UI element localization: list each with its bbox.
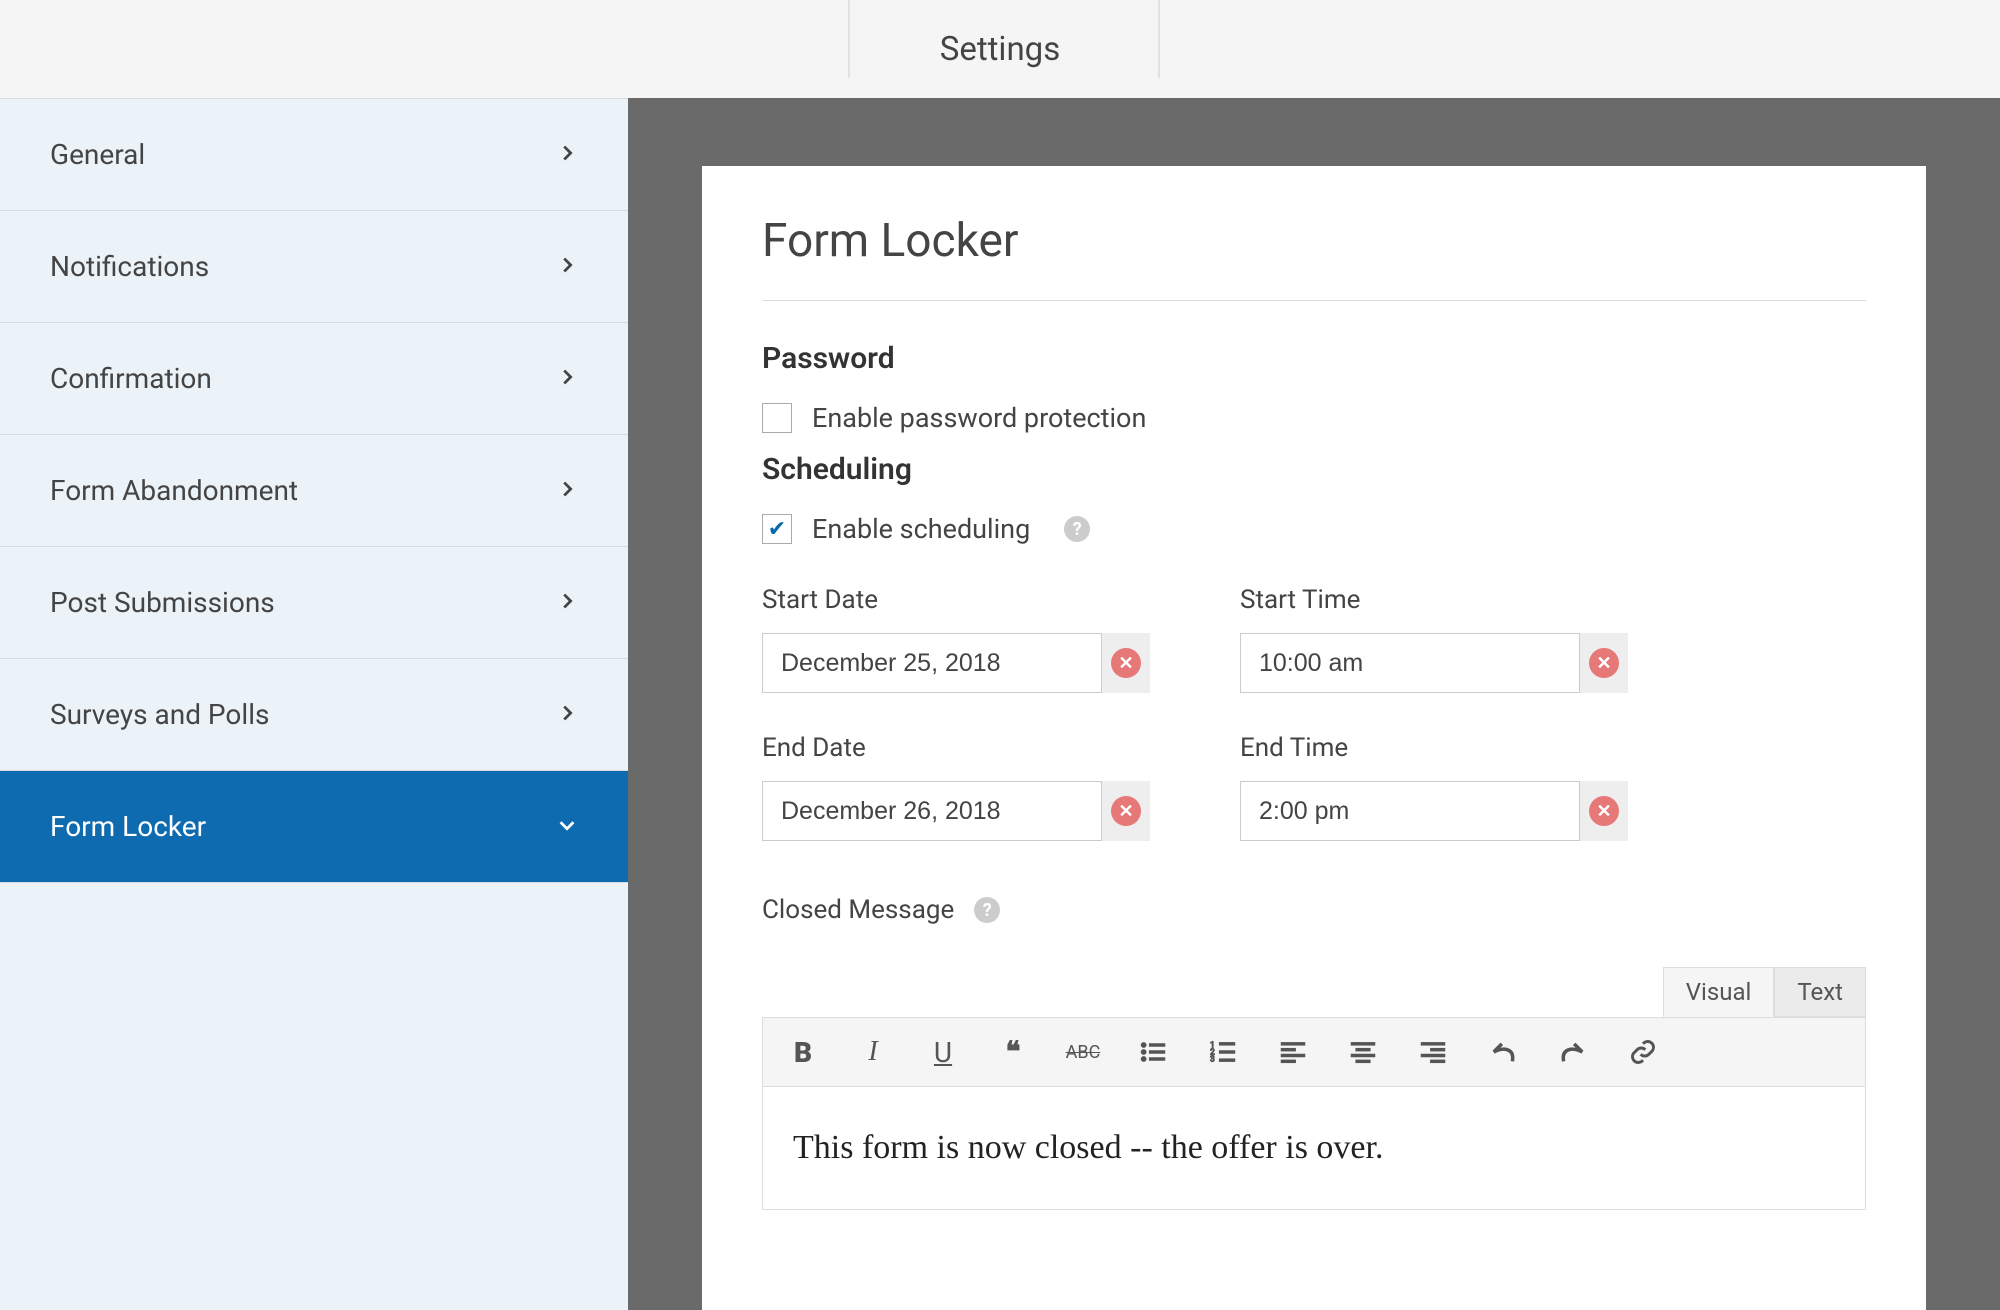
label-closed-message: Closed Message (762, 895, 954, 925)
editor-tab-text[interactable]: Text (1774, 967, 1866, 1017)
topbar-title: Settings (940, 30, 1061, 69)
close-icon: ✕ (1589, 796, 1619, 826)
panel-form-locker: Form Locker Password Enable password pro… (702, 166, 1926, 1310)
divider (848, 0, 850, 78)
sidebar-item-confirmation[interactable]: Confirmation (0, 323, 628, 435)
align-right-button[interactable] (1407, 1029, 1459, 1075)
topbar: Settings (0, 0, 2000, 98)
bulleted-list-button[interactable] (1127, 1029, 1179, 1075)
input-end-date[interactable] (762, 781, 1102, 841)
editor-content[interactable]: This form is now closed -- the offer is … (762, 1087, 1866, 1210)
clear-end-date-button[interactable]: ✕ (1102, 781, 1150, 841)
link-button[interactable] (1617, 1029, 1669, 1075)
field-row-end: End Date ✕ End Time ✕ (762, 733, 1866, 841)
clear-start-time-button[interactable]: ✕ (1580, 633, 1628, 693)
underline-button[interactable]: U (917, 1029, 969, 1075)
strikethrough-button[interactable]: ABC (1057, 1029, 1109, 1075)
sidebar-item-label: General (50, 138, 145, 171)
editor-toolbar: B I U ❝ ABC 123 (762, 1017, 1866, 1087)
sidebar-item-label: Post Submissions (50, 586, 275, 619)
chevron-down-icon (556, 810, 578, 843)
section-heading-scheduling: Scheduling (762, 452, 1866, 487)
help-icon[interactable]: ? (974, 897, 1000, 923)
sidebar-item-post-submissions[interactable]: Post Submissions (0, 547, 628, 659)
sidebar-item-label: Form Abandonment (50, 474, 298, 507)
editor-tabs: Visual Text (762, 967, 1866, 1017)
bold-button[interactable]: B (777, 1029, 829, 1075)
label-start-date: Start Date (762, 585, 1150, 615)
sidebar-item-form-abandonment[interactable]: Form Abandonment (0, 435, 628, 547)
sidebar-item-label: Confirmation (50, 362, 212, 395)
blockquote-button[interactable]: ❝ (987, 1029, 1039, 1075)
close-icon: ✕ (1589, 648, 1619, 678)
editor-tab-visual[interactable]: Visual (1663, 967, 1775, 1017)
sidebar: General Notifications Confirmation Form … (0, 98, 628, 1310)
chevron-right-icon (556, 474, 578, 507)
checkbox-enable-scheduling[interactable]: ✔ (762, 514, 792, 544)
checkbox-label: Enable password protection (812, 402, 1146, 434)
svg-text:3: 3 (1210, 1053, 1215, 1063)
content-area: Form Locker Password Enable password pro… (628, 98, 2000, 1310)
chevron-right-icon (556, 586, 578, 619)
align-left-button[interactable] (1267, 1029, 1319, 1075)
chevron-right-icon (556, 138, 578, 171)
closed-message-row: Closed Message ? (762, 895, 1866, 925)
redo-button[interactable] (1547, 1029, 1599, 1075)
checkbox-row-password: Enable password protection (762, 402, 1866, 434)
clear-end-time-button[interactable]: ✕ (1580, 781, 1628, 841)
panel-title: Form Locker (762, 214, 1866, 301)
sidebar-item-general[interactable]: General (0, 99, 628, 211)
sidebar-item-form-locker[interactable]: Form Locker (0, 771, 628, 883)
sidebar-item-label: Surveys and Polls (50, 698, 269, 731)
sidebar-item-notifications[interactable]: Notifications (0, 211, 628, 323)
sidebar-item-surveys-and-polls[interactable]: Surveys and Polls (0, 659, 628, 771)
chevron-right-icon (556, 250, 578, 283)
checkbox-label: Enable scheduling (812, 513, 1030, 545)
undo-button[interactable] (1477, 1029, 1529, 1075)
field-row-start: Start Date ✕ Start Time ✕ (762, 585, 1866, 693)
label-start-time: Start Time (1240, 585, 1628, 615)
divider (1158, 0, 1160, 78)
main: General Notifications Confirmation Form … (0, 98, 2000, 1310)
help-icon[interactable]: ? (1064, 516, 1090, 542)
numbered-list-button[interactable]: 123 (1197, 1029, 1249, 1075)
label-end-time: End Time (1240, 733, 1628, 763)
align-center-button[interactable] (1337, 1029, 1389, 1075)
clear-start-date-button[interactable]: ✕ (1102, 633, 1150, 693)
input-start-date[interactable] (762, 633, 1102, 693)
label-end-date: End Date (762, 733, 1150, 763)
checkbox-row-scheduling: ✔ Enable scheduling ? (762, 513, 1866, 545)
sidebar-item-label: Notifications (50, 250, 209, 283)
editor: Visual Text B I U ❝ ABC 123 (762, 967, 1866, 1210)
chevron-right-icon (556, 698, 578, 731)
close-icon: ✕ (1111, 648, 1141, 678)
input-end-time[interactable] (1240, 781, 1580, 841)
section-heading-password: Password (762, 341, 1866, 376)
checkbox-enable-password[interactable] (762, 403, 792, 433)
sidebar-item-label: Form Locker (50, 810, 206, 843)
close-icon: ✕ (1111, 796, 1141, 826)
italic-button[interactable]: I (847, 1029, 899, 1075)
chevron-right-icon (556, 362, 578, 395)
input-start-time[interactable] (1240, 633, 1580, 693)
